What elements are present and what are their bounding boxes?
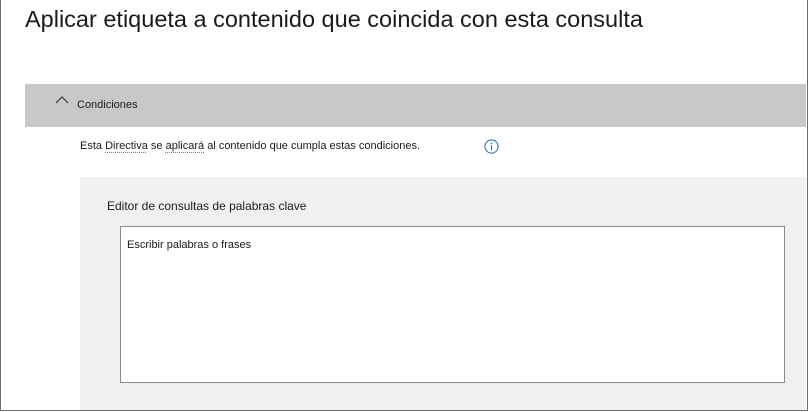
conditions-description: Esta Directiva se aplicará al contenido … <box>80 140 420 152</box>
description-term-aplicara: aplicará <box>165 140 205 152</box>
conditions-section-label[interactable]: Condiciones <box>77 99 138 111</box>
info-icon[interactable] <box>484 139 499 154</box>
keyword-query-input[interactable] <box>120 226 785 383</box>
description-text: al contenido que cumpla estas condicione… <box>204 140 420 152</box>
description-text: Esta <box>80 140 106 152</box>
keyword-editor-label: Editor de consultas de palabras clave <box>107 199 307 213</box>
description-text: se <box>147 140 166 152</box>
chevron-up-icon[interactable] <box>55 95 69 105</box>
conditions-section-header[interactable] <box>25 84 806 127</box>
page-title: Aplicar etiqueta a contenido que coincid… <box>25 6 643 32</box>
description-term-directiva: Directiva <box>105 140 148 152</box>
